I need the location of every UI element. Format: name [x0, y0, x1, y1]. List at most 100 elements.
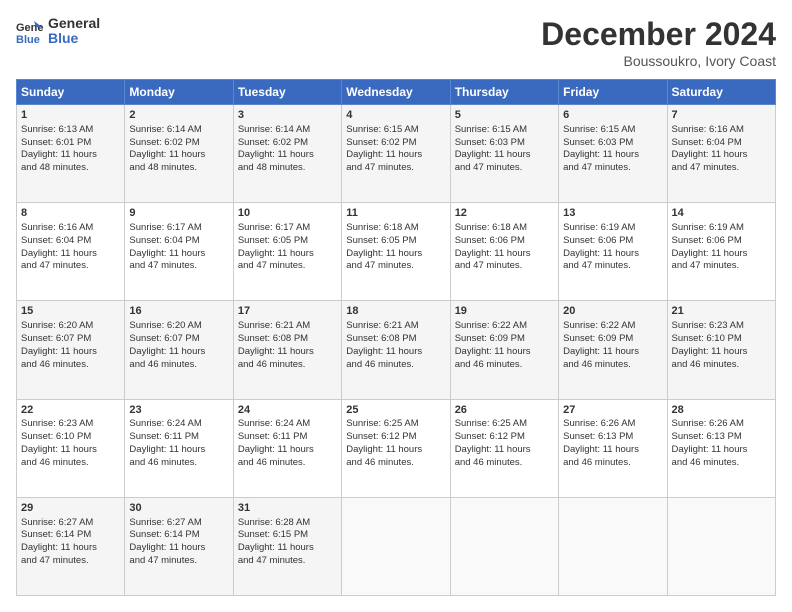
day-info-line: and 48 minutes. — [21, 162, 120, 175]
day-info-line: Sunrise: 6:28 AM — [238, 517, 337, 530]
table-row: 16Sunrise: 6:20 AMSunset: 6:07 PMDayligh… — [125, 301, 233, 399]
day-number: 27 — [563, 403, 662, 418]
day-info-line: and 46 minutes. — [672, 359, 771, 372]
day-info-line: Daylight: 11 hours — [21, 248, 120, 261]
day-number: 7 — [672, 108, 771, 123]
day-number: 3 — [238, 108, 337, 123]
day-info-line: Sunset: 6:09 PM — [455, 333, 554, 346]
day-number: 26 — [455, 403, 554, 418]
day-info-line: Sunrise: 6:15 AM — [455, 124, 554, 137]
day-info-line: Daylight: 11 hours — [346, 248, 445, 261]
svg-text:General: General — [16, 22, 44, 34]
day-number: 19 — [455, 304, 554, 319]
day-info-line: Daylight: 11 hours — [238, 149, 337, 162]
day-info-line: Daylight: 11 hours — [129, 248, 228, 261]
day-info-line: and 46 minutes. — [238, 359, 337, 372]
day-number: 31 — [238, 501, 337, 516]
table-row: 21Sunrise: 6:23 AMSunset: 6:10 PMDayligh… — [667, 301, 775, 399]
day-info-line: and 46 minutes. — [129, 457, 228, 470]
day-info-line: Sunrise: 6:17 AM — [238, 222, 337, 235]
day-info-line: Daylight: 11 hours — [563, 248, 662, 261]
day-info-line: Daylight: 11 hours — [672, 149, 771, 162]
day-info-line: Sunset: 6:04 PM — [672, 137, 771, 150]
day-number: 15 — [21, 304, 120, 319]
day-info-line: Sunrise: 6:23 AM — [21, 418, 120, 431]
day-info-line: and 47 minutes. — [672, 162, 771, 175]
col-header-monday: Monday — [125, 80, 233, 105]
table-row: 18Sunrise: 6:21 AMSunset: 6:08 PMDayligh… — [342, 301, 450, 399]
day-info-line: Sunset: 6:03 PM — [563, 137, 662, 150]
day-info-line: Daylight: 11 hours — [238, 346, 337, 359]
col-header-tuesday: Tuesday — [233, 80, 341, 105]
day-info-line: Sunset: 6:11 PM — [238, 431, 337, 444]
svg-text:Blue: Blue — [16, 34, 40, 45]
col-header-thursday: Thursday — [450, 80, 558, 105]
day-info-line: and 46 minutes. — [21, 457, 120, 470]
day-info-line: Sunrise: 6:24 AM — [129, 418, 228, 431]
day-info-line: Sunset: 6:05 PM — [346, 235, 445, 248]
day-info-line: Sunrise: 6:25 AM — [455, 418, 554, 431]
table-row: 9Sunrise: 6:17 AMSunset: 6:04 PMDaylight… — [125, 203, 233, 301]
day-info-line: Sunrise: 6:26 AM — [672, 418, 771, 431]
day-info-line: and 47 minutes. — [455, 260, 554, 273]
table-row: 26Sunrise: 6:25 AMSunset: 6:12 PMDayligh… — [450, 399, 558, 497]
day-info-line: and 46 minutes. — [455, 457, 554, 470]
day-info-line: Sunrise: 6:27 AM — [129, 517, 228, 530]
day-info-line: Sunset: 6:04 PM — [21, 235, 120, 248]
logo: General Blue General Blue — [16, 16, 100, 47]
day-info-line: and 47 minutes. — [21, 555, 120, 568]
day-info-line: Sunrise: 6:18 AM — [455, 222, 554, 235]
table-row: 4Sunrise: 6:15 AMSunset: 6:02 PMDaylight… — [342, 105, 450, 203]
day-info-line: Daylight: 11 hours — [563, 149, 662, 162]
day-info-line: and 47 minutes. — [238, 260, 337, 273]
day-info-line: Sunset: 6:06 PM — [455, 235, 554, 248]
day-info-line: Sunrise: 6:18 AM — [346, 222, 445, 235]
col-header-friday: Friday — [559, 80, 667, 105]
table-row: 30Sunrise: 6:27 AMSunset: 6:14 PMDayligh… — [125, 497, 233, 595]
col-header-saturday: Saturday — [667, 80, 775, 105]
table-row: 7Sunrise: 6:16 AMSunset: 6:04 PMDaylight… — [667, 105, 775, 203]
title-block: December 2024 Boussoukro, Ivory Coast — [541, 16, 776, 69]
day-info-line: Sunrise: 6:22 AM — [563, 320, 662, 333]
day-info-line: Daylight: 11 hours — [129, 444, 228, 457]
day-info-line: Sunset: 6:12 PM — [455, 431, 554, 444]
day-info-line: and 46 minutes. — [346, 359, 445, 372]
day-info-line: and 47 minutes. — [455, 162, 554, 175]
table-row: 28Sunrise: 6:26 AMSunset: 6:13 PMDayligh… — [667, 399, 775, 497]
page: General Blue General Blue December 2024 … — [0, 0, 792, 612]
day-info-line: Sunrise: 6:21 AM — [346, 320, 445, 333]
col-header-sunday: Sunday — [17, 80, 125, 105]
day-info-line: Daylight: 11 hours — [455, 346, 554, 359]
day-number: 17 — [238, 304, 337, 319]
day-info-line: Sunrise: 6:24 AM — [238, 418, 337, 431]
day-info-line: Sunrise: 6:15 AM — [346, 124, 445, 137]
calendar-table: SundayMondayTuesdayWednesdayThursdayFrid… — [16, 79, 776, 596]
day-number: 6 — [563, 108, 662, 123]
day-number: 9 — [129, 206, 228, 221]
table-row: 2Sunrise: 6:14 AMSunset: 6:02 PMDaylight… — [125, 105, 233, 203]
day-info-line: Sunset: 6:14 PM — [129, 529, 228, 542]
day-info-line: Sunset: 6:05 PM — [238, 235, 337, 248]
table-row: 22Sunrise: 6:23 AMSunset: 6:10 PMDayligh… — [17, 399, 125, 497]
day-info-line: Sunrise: 6:19 AM — [672, 222, 771, 235]
day-info-line: Sunrise: 6:16 AM — [21, 222, 120, 235]
day-info-line: Sunrise: 6:13 AM — [21, 124, 120, 137]
day-number: 23 — [129, 403, 228, 418]
day-number: 2 — [129, 108, 228, 123]
day-info-line: and 47 minutes. — [129, 555, 228, 568]
day-info-line: Sunrise: 6:20 AM — [129, 320, 228, 333]
day-number: 5 — [455, 108, 554, 123]
day-info-line: and 47 minutes. — [346, 162, 445, 175]
day-info-line: and 47 minutes. — [238, 555, 337, 568]
day-number: 1 — [21, 108, 120, 123]
day-info-line: and 47 minutes. — [21, 260, 120, 273]
day-info-line: and 46 minutes. — [563, 457, 662, 470]
logo-icon: General Blue — [16, 17, 44, 45]
day-number: 4 — [346, 108, 445, 123]
table-row: 14Sunrise: 6:19 AMSunset: 6:06 PMDayligh… — [667, 203, 775, 301]
table-row: 27Sunrise: 6:26 AMSunset: 6:13 PMDayligh… — [559, 399, 667, 497]
day-info-line: and 48 minutes. — [129, 162, 228, 175]
day-info-line: Sunset: 6:13 PM — [672, 431, 771, 444]
table-row: 12Sunrise: 6:18 AMSunset: 6:06 PMDayligh… — [450, 203, 558, 301]
table-row — [342, 497, 450, 595]
